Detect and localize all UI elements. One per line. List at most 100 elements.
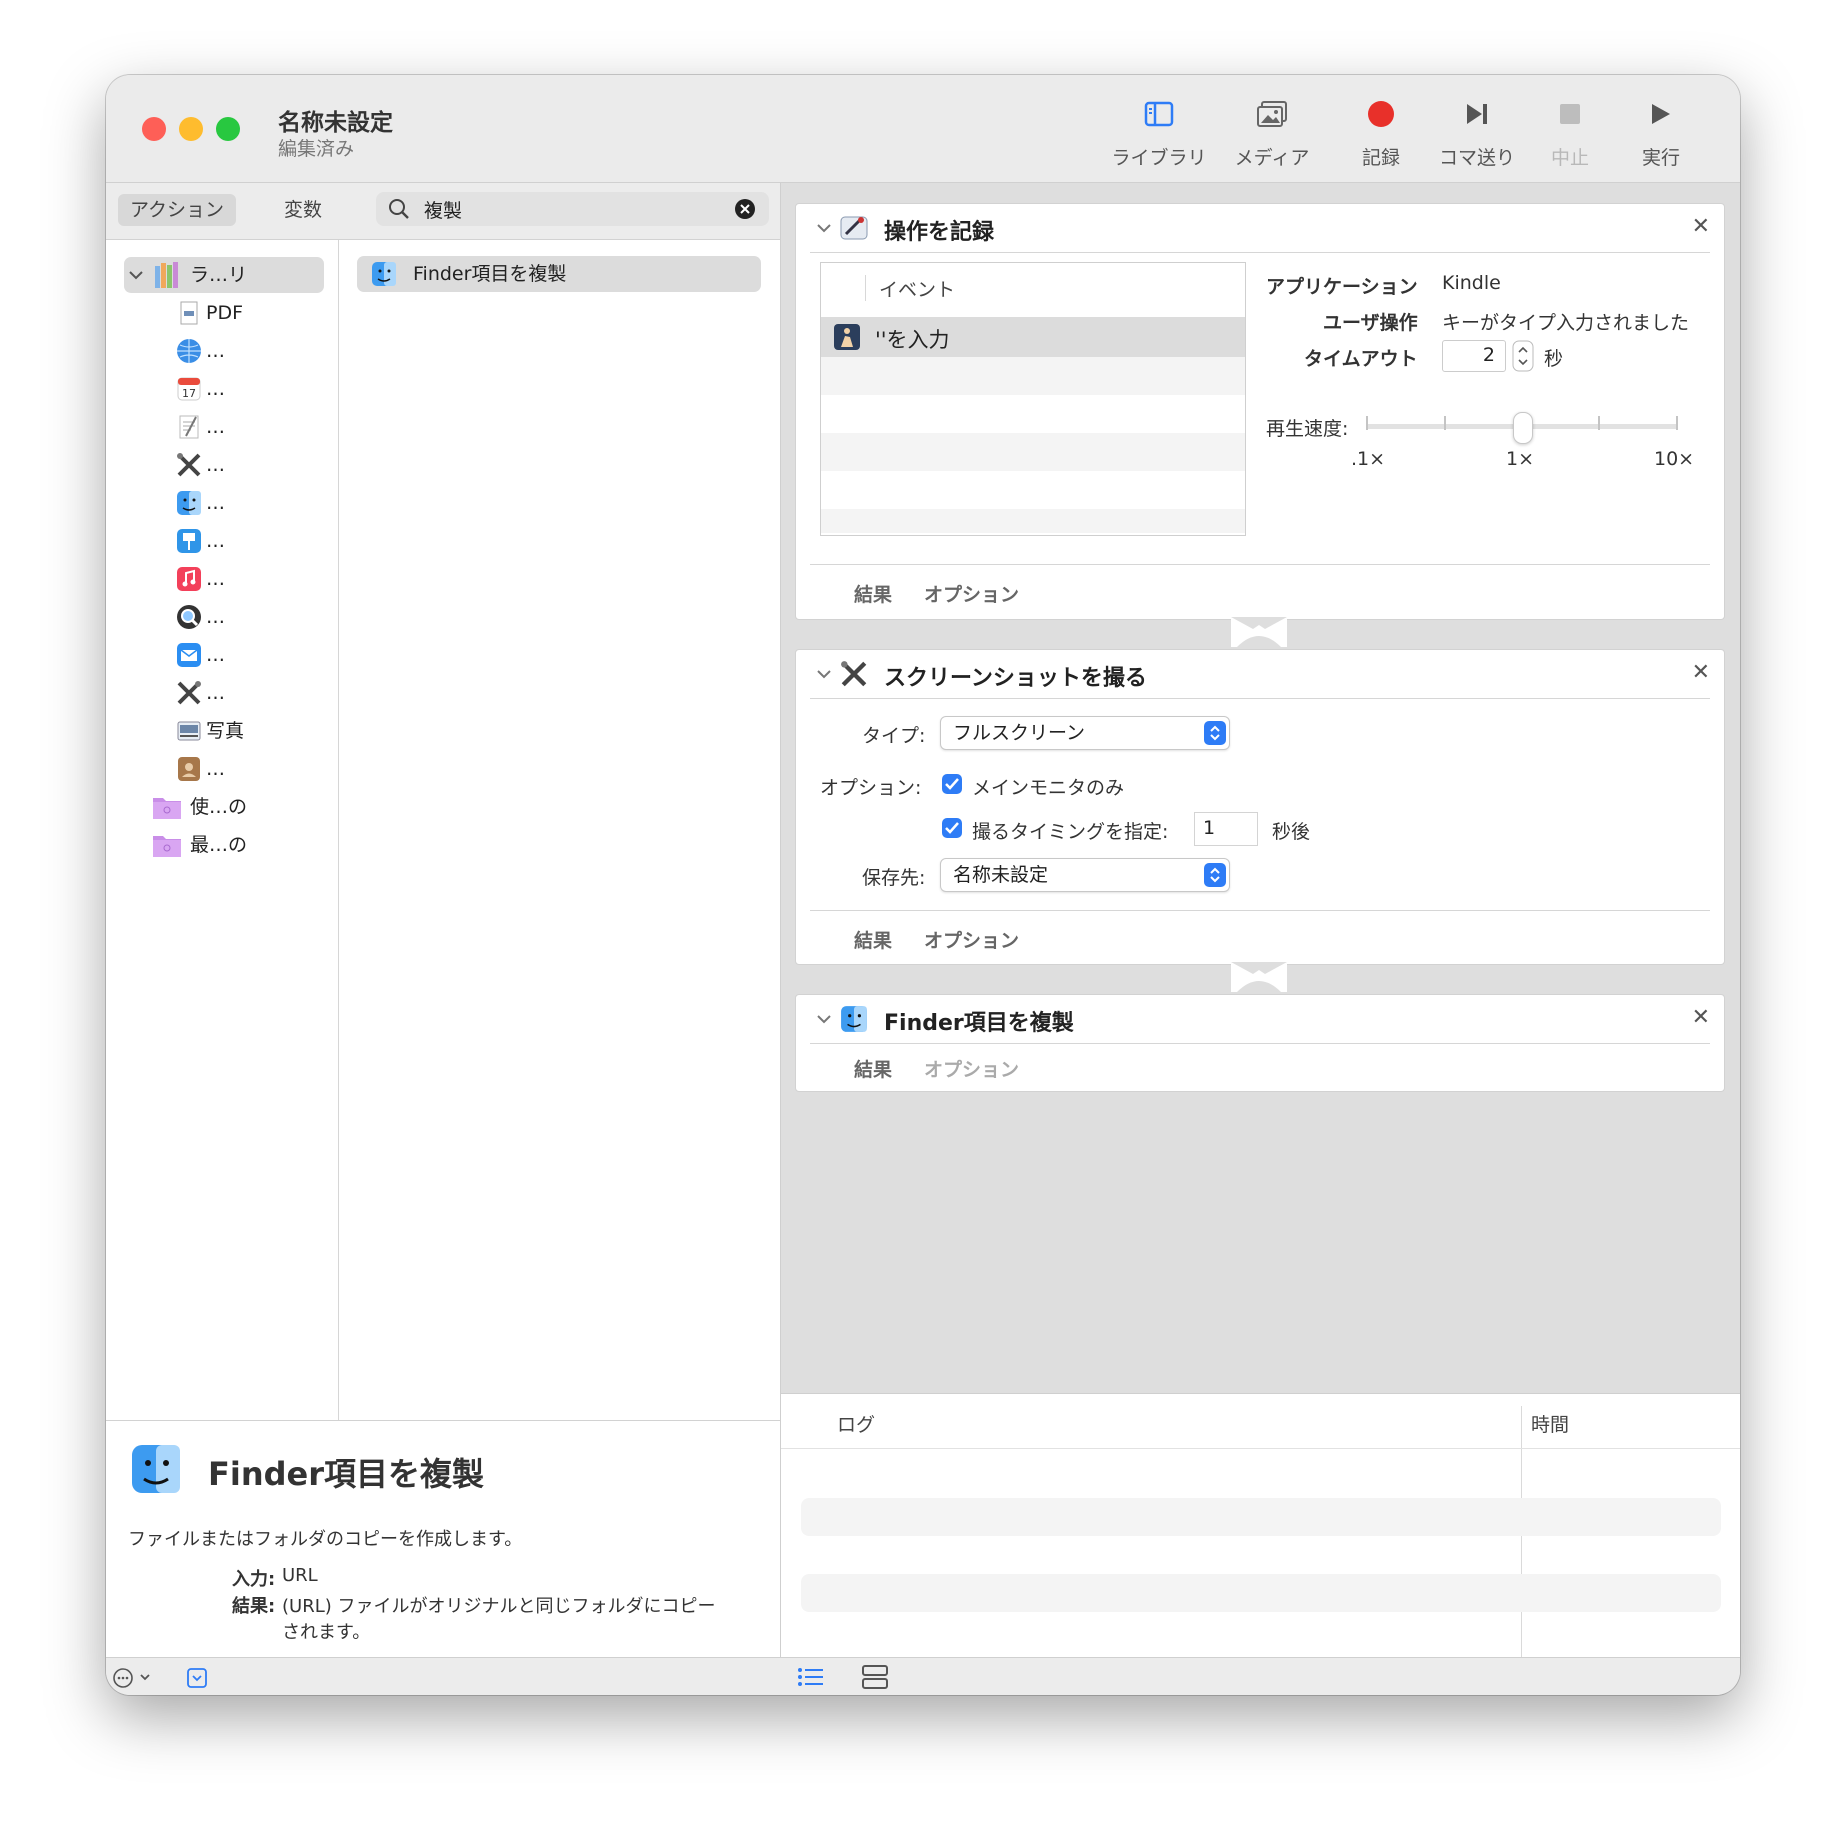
tree-item[interactable]: 最…の (106, 827, 338, 863)
text-icon (179, 415, 199, 439)
record-label: 記録 (1361, 147, 1400, 169)
clear-search-icon[interactable] (735, 199, 755, 219)
timeout-label: タイムアウト (1304, 348, 1418, 370)
stop-button[interactable]: 中止 (1520, 95, 1620, 175)
table-row[interactable]: ''を入力 (821, 317, 1245, 357)
chevron-down-icon[interactable] (128, 267, 144, 283)
tab-results[interactable]: 結果 (854, 926, 892, 953)
action-card-record[interactable]: 操作を記録 ✕ イベント ''を入力 アプリケーション Kindle ユーザ操作… (795, 203, 1725, 620)
timing-checkbox[interactable] (942, 818, 962, 838)
smart-folder-icon (153, 798, 181, 819)
photos-icon (177, 721, 201, 741)
save-popup[interactable]: 名称未設定 (940, 858, 1230, 892)
tree-item[interactable]: … (106, 523, 338, 559)
speed-mid-label: 1× (1506, 448, 1535, 470)
pdf-icon (180, 301, 198, 325)
user-action-value: キーがタイプ入力されました (1442, 312, 1690, 334)
tree-item[interactable]: 17 … (106, 371, 338, 407)
tab-actions[interactable]: アクション (118, 194, 237, 226)
card-connector (1231, 962, 1287, 992)
search-input[interactable]: 複製 (424, 196, 462, 223)
result-label: 結果: (232, 1596, 276, 1617)
tree-item[interactable]: … (106, 751, 338, 787)
tab-options[interactable]: オプション (924, 926, 1019, 953)
record-button[interactable]: 記録 (1331, 95, 1431, 175)
tree-item[interactable]: … (106, 637, 338, 673)
timing-value: 1 (1203, 817, 1216, 839)
tab-results[interactable]: 結果 (854, 1055, 892, 1082)
timing-label: 撮るタイミングを指定: (972, 821, 1169, 843)
events-column-header: イベント (879, 279, 956, 301)
tab-options[interactable]: オプション (924, 580, 1019, 607)
tree-item[interactable]: 使…の (106, 789, 338, 825)
utilities-icon (841, 661, 867, 687)
search-field[interactable]: 複製 (376, 192, 769, 226)
tree-item[interactable]: PDF (106, 295, 338, 331)
media-button[interactable]: メディア (1222, 95, 1322, 175)
app-value: Kindle (1442, 272, 1501, 294)
svg-text:17: 17 (182, 387, 196, 400)
tree-item-library[interactable]: ラ…リ (106, 257, 338, 293)
tree-item[interactable]: … (106, 675, 338, 711)
action-results: Finder項目を複製 (339, 240, 780, 1420)
utilities-icon (177, 453, 201, 477)
step-label: コマ送り (1438, 147, 1515, 169)
result-value-cont: されます。 (282, 1622, 371, 1643)
header-divider (781, 1448, 1740, 1449)
close-icon[interactable]: ✕ (1692, 214, 1710, 239)
timeout-field[interactable]: 2 (1442, 340, 1506, 372)
chevron-down-icon[interactable] (814, 1009, 834, 1029)
close-icon[interactable]: ✕ (1692, 660, 1710, 685)
close-window-button[interactable] (142, 117, 166, 141)
tree-item[interactable]: … (106, 447, 338, 483)
result-item-duplicate[interactable]: Finder項目を複製 (357, 256, 761, 292)
type-popup[interactable]: フルスクリーン (940, 716, 1230, 750)
tree-item[interactable]: … (106, 599, 338, 635)
tab-results[interactable]: 結果 (854, 580, 892, 607)
action-card-screenshot[interactable]: スクリーンショットを撮る ✕ タイプ: フルスクリーン オプション: メインモニ… (795, 649, 1725, 965)
result-label: Finder項目を複製 (413, 263, 567, 285)
action-card-duplicate[interactable]: Finder項目を複製 ✕ 結果 オプション (795, 994, 1725, 1092)
split-view-icon[interactable] (861, 1664, 889, 1690)
timeout-stepper[interactable] (1512, 340, 1534, 372)
time-column-header: 時間 (1531, 1414, 1570, 1436)
automator-window: 名称未設定 編集済み ライブラリ メディア 記録 コマ送り 中止 実行 アクショ… (106, 75, 1740, 1695)
window-title: 名称未設定 (278, 110, 393, 136)
timing-field[interactable]: 1 (1194, 812, 1258, 846)
list-view-icon[interactable] (797, 1666, 825, 1688)
record-icon (1368, 101, 1394, 127)
run-label: 実行 (1641, 147, 1680, 169)
tree-label: … (206, 568, 225, 590)
finder-icon (132, 1445, 180, 1493)
event-label: ''を入力 (875, 328, 950, 352)
speed-slider[interactable] (1366, 412, 1678, 444)
tree-item[interactable]: … (106, 409, 338, 445)
events-table[interactable]: イベント ''を入力 (820, 262, 1246, 536)
card-header: Finder項目を複製 ✕ (796, 995, 1724, 1043)
chevron-down-icon[interactable] (814, 664, 834, 684)
chevron-down-icon[interactable] (814, 218, 834, 238)
minimize-window-button[interactable] (179, 117, 203, 141)
mail-icon (177, 643, 201, 667)
tree-item[interactable]: … (106, 561, 338, 597)
tree-item[interactable]: … (106, 485, 338, 521)
zoom-window-button[interactable] (216, 117, 240, 141)
checkmark-icon (945, 778, 959, 790)
main-monitor-checkbox[interactable] (942, 774, 962, 794)
tab-options[interactable]: オプション (924, 1055, 1019, 1082)
tree-item[interactable]: … (106, 333, 338, 369)
library-button[interactable]: ライブラリ (1109, 95, 1209, 175)
type-label: タイプ: (862, 725, 926, 747)
run-button[interactable]: 実行 (1611, 95, 1711, 175)
tab-variables[interactable]: 変数 (272, 194, 334, 226)
description-title: Finder項目を複製 (208, 1455, 485, 1493)
options-label: オプション: (820, 777, 922, 799)
step-button[interactable]: コマ送り (1427, 95, 1527, 175)
type-value: フルスクリーン (953, 722, 1086, 744)
slider-knob[interactable] (1513, 412, 1533, 444)
close-icon[interactable]: ✕ (1692, 1005, 1710, 1030)
tree-item[interactable]: 写真 (106, 713, 338, 749)
more-options-icon[interactable] (112, 1667, 156, 1689)
description-toggle-icon[interactable] (186, 1667, 208, 1689)
tree-label: … (206, 454, 225, 476)
